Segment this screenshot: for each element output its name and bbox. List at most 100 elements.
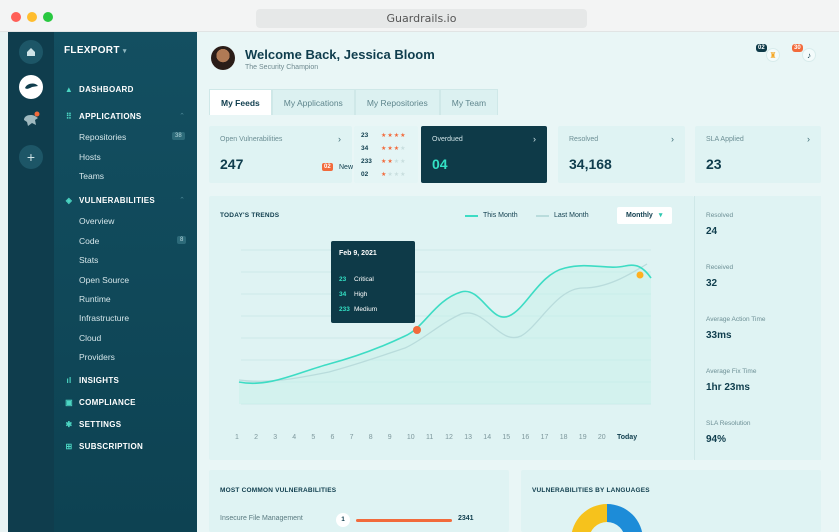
vulnerability-bar (356, 519, 452, 522)
chevron-up-icon[interactable]: ⌃ (179, 196, 185, 204)
tab-my-repositories[interactable]: My Repositories (354, 89, 440, 115)
secondary-org-icon[interactable] (19, 108, 43, 132)
severity-count: 23 (361, 132, 369, 139)
nav-repositories[interactable]: Repositories (79, 132, 126, 142)
gear-icon: ✱ (65, 420, 73, 429)
trophy-icon[interactable]: ♜ (766, 48, 780, 62)
org-switcher[interactable]: FLEXPORT ▾ (64, 45, 127, 56)
summary-value: 1hr 23ms (706, 382, 750, 393)
browser-chrome: Guardrails.io (0, 0, 839, 32)
summary-value: 94% (706, 434, 727, 445)
bell-icon[interactable]: ♪ (802, 48, 816, 62)
shield-icon: ◈ (65, 196, 73, 205)
tooltip-label: Critical (354, 276, 374, 283)
new-label: New (339, 164, 354, 171)
selected-point-marker (413, 326, 421, 334)
nav-stats[interactable]: Stats (79, 255, 98, 265)
card-label: SLA Applied (706, 136, 744, 143)
add-org-icon[interactable]: + (19, 145, 43, 169)
severity-stars: ★★★★ (381, 133, 407, 139)
nav-settings[interactable]: ✱ SETTINGS (64, 420, 121, 429)
chevron-up-icon[interactable]: ⌃ (179, 112, 185, 120)
url-bar[interactable]: Guardrails.io (256, 9, 587, 28)
nav-label: COMPLIANCE (79, 398, 136, 407)
nav-label: INSIGHTS (79, 376, 120, 385)
nav-applications[interactable]: ⠿ APPLICATIONS (64, 112, 142, 121)
x-axis-label: 17 (540, 434, 549, 441)
x-axis-label: 19 (578, 434, 587, 441)
x-axis-label: Today (617, 434, 638, 441)
org-name: FLEXPORT (64, 45, 120, 56)
nav-code[interactable]: Code (79, 236, 99, 246)
nav-dashboard[interactable]: ▲ DASHBOARD (64, 85, 134, 94)
tab-my-applications[interactable]: My Applications (271, 89, 355, 115)
summary-label: Resolved (706, 212, 734, 219)
home-icon[interactable] (19, 40, 43, 64)
feed-tabs: My Feeds My Applications My Repositories… (209, 89, 499, 115)
sla-applied-card[interactable]: SLA Applied › 23 (695, 126, 821, 183)
sidebar: FLEXPORT ▾ ▲ DASHBOARD ⠿ APPLICATIONS ⌃ Re… (54, 32, 197, 532)
chevron-right-icon: › (338, 134, 341, 144)
nav-cloud[interactable]: Cloud (79, 333, 101, 343)
this-month-area (239, 265, 651, 404)
resolved-card[interactable]: Resolved › 34,168 (558, 126, 685, 183)
nav-hosts[interactable]: Hosts (79, 152, 101, 162)
card-label: Overdued (432, 136, 463, 143)
nav-label: DASHBOARD (79, 85, 134, 94)
user-role: The Security Champion (245, 64, 319, 71)
donut-segment-blue (607, 504, 643, 532)
org-avatar-icon[interactable] (19, 75, 43, 99)
summary-value: 24 (706, 226, 718, 237)
severity-stars: ★★★★ (381, 146, 407, 152)
x-axis-label: 9 (387, 434, 392, 441)
nav-compliance[interactable]: ▣ COMPLIANCE (64, 398, 136, 407)
nav-open-source[interactable]: Open Source (79, 275, 129, 285)
minimize-window-dot[interactable] (27, 12, 37, 22)
nav-providers[interactable]: Providers (79, 352, 115, 362)
nav-infrastructure[interactable]: Infrastructure (79, 313, 129, 323)
x-axis-label: 7 (349, 434, 354, 441)
card-value: 247 (220, 156, 244, 172)
avatar[interactable] (211, 46, 235, 70)
card-value: 23 (706, 156, 722, 172)
tab-my-feeds[interactable]: My Feeds (209, 89, 272, 115)
tooltip-value: 233 (339, 306, 350, 313)
x-axis-label: 2 (254, 434, 258, 441)
chevron-down-icon: ▾ (122, 48, 127, 55)
main-content: Welcome Back, Jessica Bloom The Security… (197, 32, 839, 532)
trophy-count-badge: 02 (756, 44, 767, 52)
donut-segment-yellow (571, 504, 607, 532)
summary-label: Received (706, 264, 734, 271)
page-title: Welcome Back, Jessica Bloom (245, 47, 435, 62)
tooltip-label: Medium (354, 306, 378, 313)
nav-teams[interactable]: Teams (79, 171, 104, 181)
open-vulnerabilities-card[interactable]: Open Vulnerabilities › 247 02 New (209, 126, 354, 183)
close-window-dot[interactable] (11, 12, 21, 22)
summary-value: 32 (706, 278, 718, 289)
x-axis-label: 15 (502, 434, 511, 441)
x-axis-label: 14 (483, 434, 492, 441)
x-axis-label: 13 (464, 434, 472, 441)
nav-runtime[interactable]: Runtime (79, 294, 111, 304)
nav-overview[interactable]: Overview (79, 216, 114, 226)
nav-vulnerabilities[interactable]: ◈ VULNERABILITIES (64, 196, 155, 205)
home-icon: ▲ (64, 85, 74, 94)
nav-label: APPLICATIONS (79, 112, 142, 121)
language-donut (571, 504, 643, 532)
x-axis-label: 6 (330, 434, 335, 441)
severity-stars: ★★★★ (381, 172, 407, 178)
tab-my-team[interactable]: My Team (439, 89, 499, 115)
severity-count: 02 (361, 171, 369, 178)
tooltip-value: 23 (339, 276, 347, 283)
x-axis-label: 18 (559, 434, 568, 441)
card-value: 34,168 (569, 156, 612, 172)
nav-subscription[interactable]: ⊞ SUBSCRIPTION (64, 442, 143, 451)
maximize-window-dot[interactable] (43, 12, 53, 22)
overdue-card[interactable]: Overdued › 04 (421, 126, 547, 183)
tooltip-date: Feb 9, 2021 (339, 250, 377, 257)
most-common-vulnerabilities-card: MOST COMMON VULNERABILITIES Insecure Fil… (209, 470, 509, 532)
trends-panel: TODAY'S TRENDS This Month Last Month Mon… (209, 196, 694, 460)
trend-chart (238, 249, 652, 405)
nav-insights[interactable]: ıl INSIGHTS (64, 376, 119, 385)
trend-summary: Resolved 24 Received 32 Average Action T… (694, 196, 821, 460)
